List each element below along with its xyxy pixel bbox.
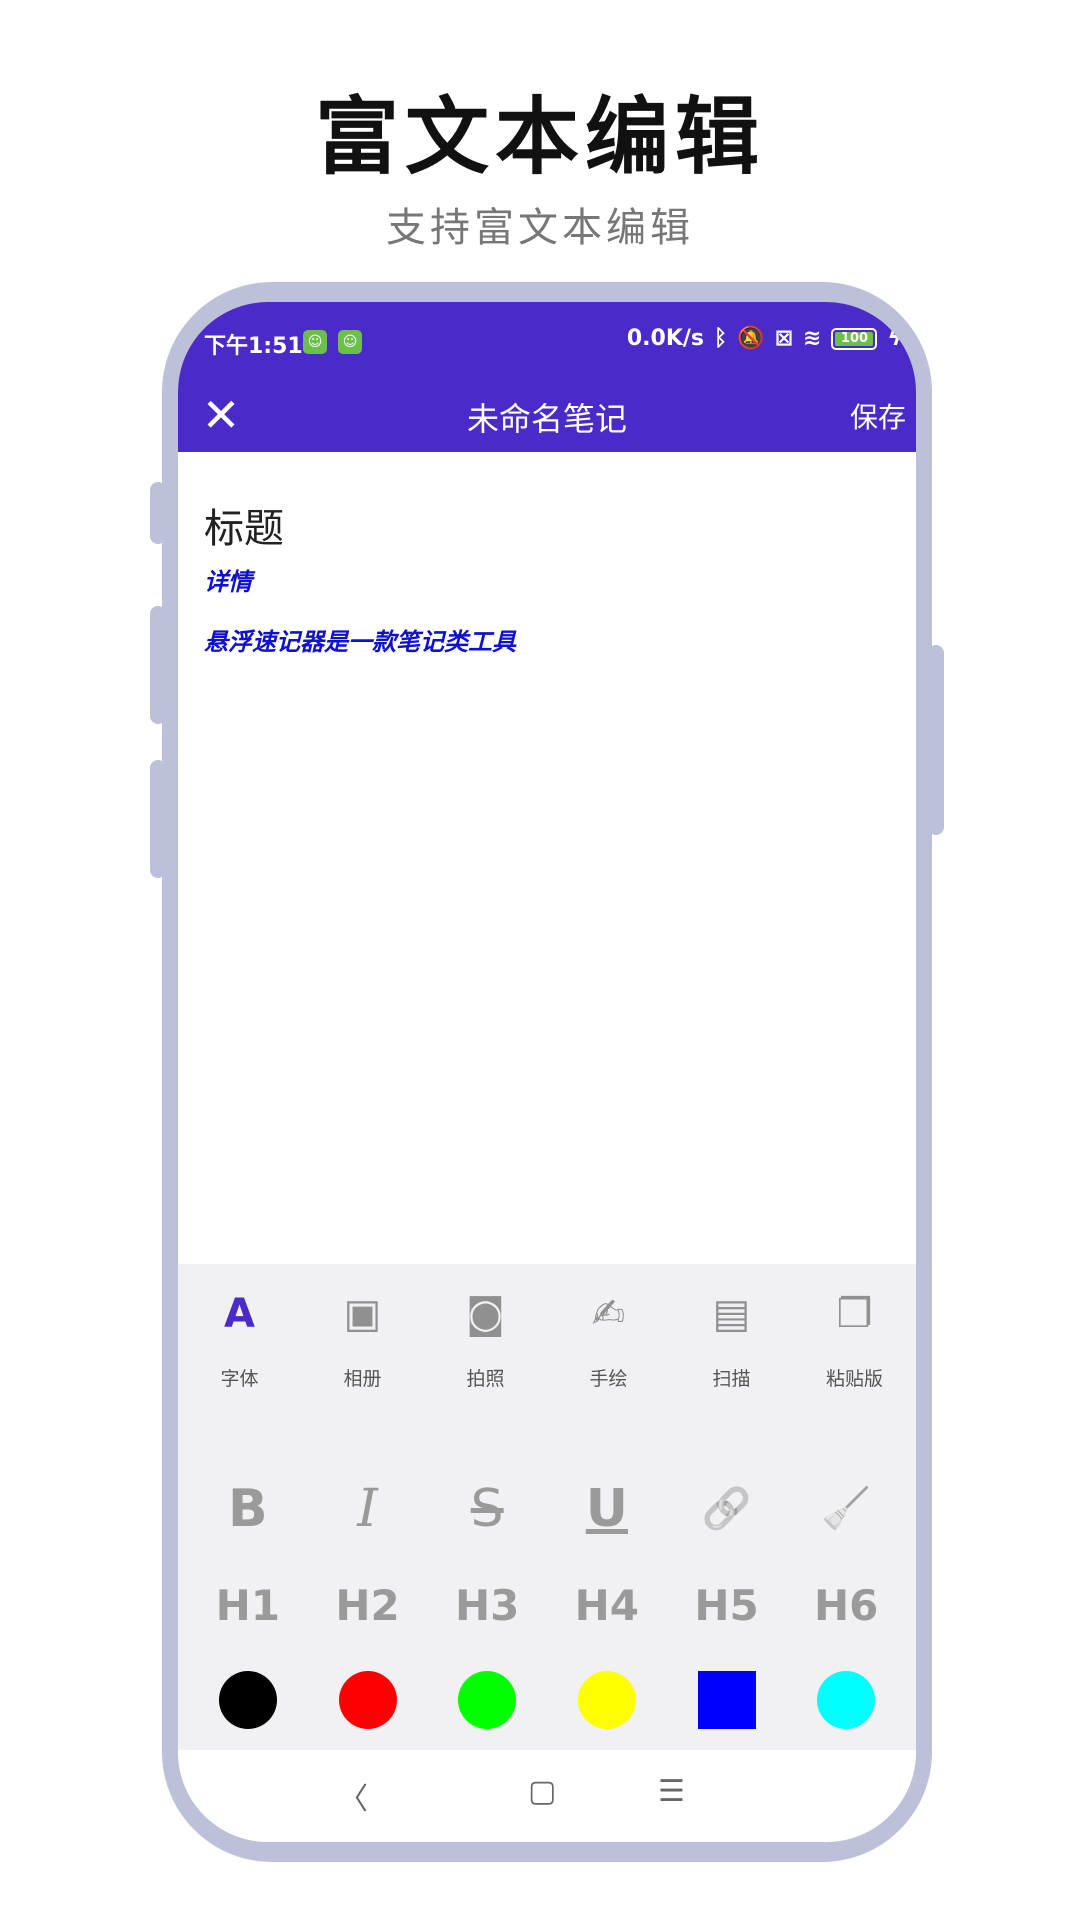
phone-screen: 下午1:51 ☺ ☺ 0.0K/s ᛒ 🔕 ⊠ ≋ 100 ϟ ✕ 未命名笔记 <box>178 302 916 1842</box>
status-bar: 下午1:51 ☺ ☺ 0.0K/s ᛒ 🔕 ⊠ ≋ 100 ϟ <box>178 320 916 364</box>
battery-icon: 100 <box>831 327 878 350</box>
tool-label: 字体 <box>220 1368 259 1390</box>
volume-up-button <box>150 606 166 724</box>
volume-button <box>150 482 166 544</box>
status-icons: 0.0K/s ᛒ 🔕 ⊠ ≋ 100 ϟ <box>627 326 902 351</box>
back-icon[interactable]: 〈 <box>338 1774 368 1818</box>
heading-h2-button[interactable]: H2 <box>308 1576 428 1636</box>
image-icon: ▣ <box>343 1291 382 1337</box>
volume-down-button <box>150 760 166 878</box>
clear-format-icon[interactable]: 🧹 <box>786 1474 906 1544</box>
save-button[interactable]: 保存 <box>850 396 906 436</box>
underline-icon[interactable]: U <box>547 1474 667 1544</box>
bold-icon[interactable]: B <box>188 1474 308 1544</box>
tool-handwriting[interactable]: ✍ 手绘 <box>547 1284 670 1404</box>
style-row: B I S U 🔗 🧹 <box>178 1474 916 1544</box>
tool-label: 手绘 <box>589 1368 628 1390</box>
heading-h3-button[interactable]: H3 <box>427 1576 547 1636</box>
wifi-icon: ≋ <box>803 326 822 351</box>
app-header: 下午1:51 ☺ ☺ 0.0K/s ᛒ 🔕 ⊠ ≋ 100 ϟ ✕ 未命名笔记 <box>178 302 916 452</box>
battery-level: 100 <box>835 331 874 346</box>
app-notification-icon: ☺ <box>303 330 327 354</box>
sim-off-icon: ⊠ <box>774 326 794 351</box>
promo-page: 富文本编辑 支持富文本编辑 下午1:51 ☺ ☺ 0.0K/s ᛒ 🔕 ⊠ ≋ … <box>0 0 1080 1920</box>
color-swatch-black[interactable] <box>218 1671 277 1729</box>
mute-vibrate-icon: 🔕 <box>737 326 765 351</box>
handwriting-icon: ✍ <box>591 1291 626 1337</box>
tool-clipboard[interactable]: ❐ 粘贴版 <box>793 1284 916 1404</box>
tool-label: 相册 <box>343 1368 382 1390</box>
color-swatch-yellow[interactable] <box>577 1671 636 1729</box>
copy-icon: ❐ <box>836 1291 873 1337</box>
promo-subtitle: 支持富文本编辑 <box>386 205 694 251</box>
heading-row: H1 H2 H3 H4 H5 H6 <box>178 1576 916 1636</box>
home-icon[interactable]: ▢ <box>528 1774 556 1809</box>
link-icon[interactable]: 🔗 <box>667 1474 787 1544</box>
tool-scan[interactable]: ▤ 扫描 <box>670 1284 793 1404</box>
heading-h6-button[interactable]: H6 <box>786 1576 906 1636</box>
tool-label: 扫描 <box>712 1368 751 1390</box>
editor-area[interactable]: 标题 详情 悬浮速记器是一款笔记类工具 <box>178 452 916 1264</box>
editor-line-details[interactable]: 详情 <box>204 562 252 597</box>
heading-h4-button[interactable]: H4 <box>547 1576 667 1636</box>
menu-icon[interactable]: ☰ <box>658 1774 685 1809</box>
document-icon: ▤ <box>712 1291 751 1337</box>
tool-font[interactable]: A 字体 <box>178 1284 301 1404</box>
app-notification-icon: ☺ <box>338 330 362 354</box>
heading-h1-button[interactable]: H1 <box>188 1576 308 1636</box>
heading-h5-button[interactable]: H5 <box>667 1576 787 1636</box>
color-swatch-red[interactable] <box>338 1671 397 1729</box>
editor-title[interactable]: 标题 <box>204 496 284 554</box>
color-swatch-green[interactable] <box>458 1671 517 1729</box>
tool-album[interactable]: ▣ 相册 <box>301 1284 424 1404</box>
tool-camera[interactable]: ◙ 拍照 <box>424 1284 547 1404</box>
color-row <box>178 1670 916 1730</box>
strikethrough-icon[interactable]: S <box>427 1474 547 1544</box>
bluetooth-icon: ᛒ <box>714 326 728 351</box>
status-time: 下午1:51 <box>204 334 303 359</box>
promo-title: 富文本编辑 <box>314 88 765 186</box>
note-title: 未命名笔记 <box>466 400 627 438</box>
editor-line-body[interactable]: 悬浮速记器是一款笔记类工具 <box>204 622 516 657</box>
color-swatch-blue-selected[interactable] <box>697 1671 756 1729</box>
system-nav-bar: 〈 ▢ ☰ <box>178 1750 916 1842</box>
color-swatch-cyan[interactable] <box>817 1671 876 1729</box>
charging-icon: ϟ <box>887 326 902 351</box>
tool-label: 拍照 <box>466 1368 505 1390</box>
format-panel: A 字体 ▣ 相册 ◙ 拍照 ✍ 手绘 ▤ 扫描 ❐ 粘贴版 B I S U 🔗… <box>178 1264 916 1750</box>
tool-row: A 字体 ▣ 相册 ◙ 拍照 ✍ 手绘 ▤ 扫描 ❐ 粘贴版 <box>178 1284 916 1404</box>
power-button <box>928 645 944 835</box>
camera-icon: ◙ <box>466 1291 505 1337</box>
font-icon: A <box>224 1291 255 1337</box>
app-toolbar: ✕ 未命名笔记 保存 <box>178 382 916 452</box>
tool-label: 粘贴版 <box>825 1368 883 1390</box>
net-speed: 0.0K/s <box>626 326 704 351</box>
italic-icon[interactable]: I <box>308 1474 428 1544</box>
